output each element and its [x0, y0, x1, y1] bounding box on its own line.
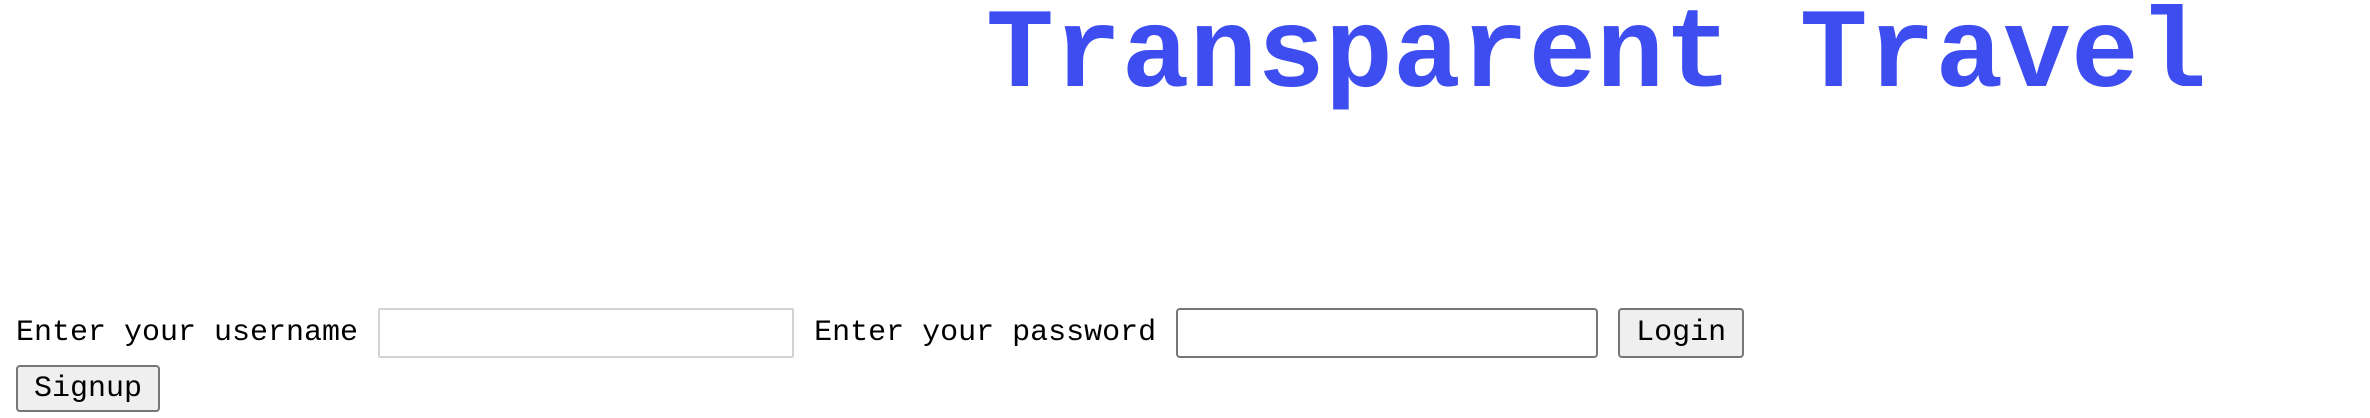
- username-input[interactable]: [378, 308, 795, 358]
- login-form: Enter your username Enter your password …: [16, 308, 1745, 358]
- username-label: Enter your username: [16, 316, 359, 350]
- password-label: Enter your password: [814, 316, 1157, 350]
- site-title: Transparent Travel: [986, 0, 2207, 120]
- password-input[interactable]: [1176, 308, 1599, 358]
- signup-button[interactable]: Signup: [16, 365, 161, 412]
- login-button[interactable]: Login: [1618, 308, 1745, 358]
